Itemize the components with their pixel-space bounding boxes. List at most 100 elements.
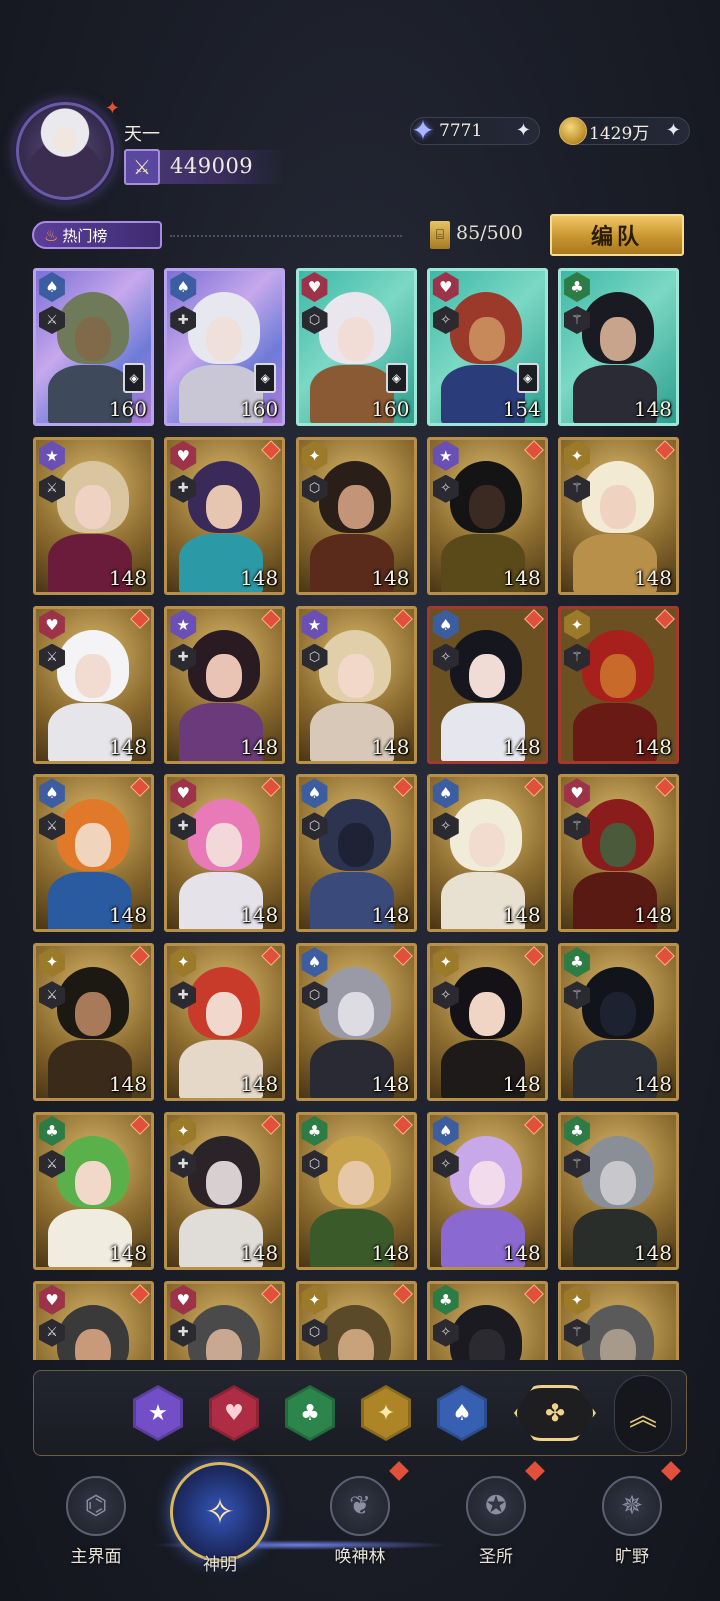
hero-card[interactable]: ♣ ✧ — [426, 1280, 548, 1360]
hero-card[interactable]: ✦ ✚ 148 — [164, 943, 286, 1102]
hero-card[interactable]: ✦ ⚔ 148 — [33, 943, 154, 1102]
hero-level: 148 — [502, 565, 541, 590]
hero-face — [468, 316, 505, 361]
nav-item[interactable]: ❦ 唤神林 — [300, 1461, 420, 1592]
gold-value: 1429万 — [589, 123, 650, 144]
hero-card[interactable]: ♠ ⬡ 148 — [295, 943, 417, 1102]
hero-face — [600, 316, 637, 361]
hero-card[interactable]: ♠ ⚔ ◈ 160 — [33, 268, 154, 426]
filter-all-icon[interactable]: ✤ — [514, 1385, 596, 1441]
hero-level: 148 — [108, 903, 147, 928]
hero-level: 148 — [240, 1072, 279, 1097]
hero-level: 148 — [502, 734, 541, 759]
hero-card[interactable]: ✦ ✚ 148 — [164, 1112, 286, 1270]
filter-sun-icon[interactable]: ✦ — [361, 1385, 411, 1441]
hero-card[interactable]: ♥ ✚ — [164, 1280, 286, 1360]
hero-level: 148 — [502, 1241, 541, 1265]
hero-level: 148 — [240, 734, 279, 759]
add-gem-icon[interactable]: ✦ — [516, 120, 531, 141]
hero-face — [75, 822, 112, 867]
hero-card[interactable]: ★ ✧ 148 — [426, 436, 548, 595]
hero-card[interactable]: ♣ ⚔ 148 — [33, 1112, 154, 1270]
card-capacity: 85/500 — [456, 222, 523, 244]
hero-level: 160 — [240, 397, 279, 421]
hero-level: 148 — [633, 1072, 672, 1097]
hero-level: 148 — [240, 903, 279, 928]
hero-card[interactable]: ♥ ✧ ◈ 154 — [426, 268, 548, 426]
gem-icon: ✦ — [411, 113, 435, 147]
hero-card[interactable]: ♠ ⬡ 148 — [295, 774, 417, 933]
hero-card[interactable]: ♠ ✧ 148 — [426, 605, 548, 764]
gem-counter[interactable]: ✦ 7771 ✦ — [410, 113, 540, 147]
hero-card[interactable]: ♣ ⚚ 148 — [558, 268, 679, 426]
hero-card[interactable]: ♠ ✧ 148 — [426, 774, 548, 933]
hero-face — [337, 485, 374, 530]
filter-spade-icon[interactable]: ♠ — [437, 1385, 487, 1441]
hero-card[interactable]: ♥ ⚚ 148 — [558, 774, 679, 933]
hero-face — [600, 822, 637, 867]
hero-level: 148 — [240, 1241, 279, 1265]
nav-label: 圣所 — [479, 1547, 513, 1567]
hero-card[interactable]: ♥ ✚ 148 — [164, 774, 286, 933]
hero-face — [337, 316, 374, 361]
collapse-chevron-icon[interactable]: ︽ — [614, 1375, 672, 1453]
gold-counter[interactable]: 1429万 ✦ — [559, 117, 690, 145]
hero-level: 148 — [371, 734, 410, 759]
hero-card[interactable]: ✦ ⚚ 148 — [558, 605, 679, 764]
hero-card[interactable]: ♣ ⚚ 148 — [558, 943, 679, 1102]
tree-icon: ❦ — [330, 1476, 390, 1536]
hero-face — [600, 1329, 637, 1360]
hero-face — [206, 654, 243, 699]
hero-face — [337, 654, 374, 699]
hero-card[interactable]: ♠ ⚔ 148 — [33, 774, 154, 933]
hero-face — [468, 1160, 505, 1205]
hero-level: 148 — [371, 1241, 410, 1265]
hero-face — [75, 654, 112, 699]
add-gold-icon[interactable]: ✦ — [666, 120, 681, 141]
hero-level: 148 — [502, 903, 541, 928]
hero-face — [600, 485, 637, 530]
nav-item[interactable]: ⌬ 主界面 — [36, 1462, 156, 1592]
hero-card[interactable]: ★ ✚ 148 — [164, 605, 286, 764]
hero-card[interactable]: ♠ ✚ ◈ 160 — [164, 268, 286, 426]
hero-card[interactable]: ✦ ⚚ — [558, 1280, 679, 1360]
hero-card[interactable]: ♥ ⬡ ◈ 160 — [295, 268, 417, 426]
hero-face — [600, 654, 637, 699]
nav-label: 唤神林 — [334, 1547, 386, 1567]
hero-card[interactable]: ♠ ✧ 148 — [426, 1112, 548, 1270]
hero-face — [206, 991, 243, 1036]
hero-card[interactable]: ★ ⚔ 148 — [33, 436, 154, 595]
hero-card[interactable]: ✦ ⚚ 148 — [558, 436, 679, 595]
filter-heart-icon[interactable]: ♥ — [209, 1385, 259, 1441]
flame-icon: ♨ — [44, 225, 59, 245]
hero-level: 148 — [633, 565, 672, 590]
hero-level: 148 — [108, 1241, 147, 1265]
hero-face — [468, 822, 505, 867]
hero-card[interactable]: ♥ ✚ 148 — [164, 436, 286, 595]
hero-card[interactable]: ✦ ✧ 148 — [426, 943, 548, 1102]
hero-face — [600, 991, 637, 1036]
rank-badge-icon: ◈ — [385, 363, 408, 393]
nav-item[interactable]: ✧ 神明 — [160, 1462, 280, 1592]
hero-level: 148 — [371, 565, 410, 590]
hero-face — [206, 1160, 243, 1205]
hero-card[interactable]: ♥ ⚔ 148 — [33, 605, 154, 764]
hero-card[interactable]: ♥ ⚔ — [33, 1280, 154, 1360]
team-button[interactable]: 编队 — [550, 214, 684, 256]
hero-face — [206, 485, 243, 530]
nav-item[interactable]: ✪ 圣所 — [436, 1461, 556, 1592]
hero-card[interactable]: ♣ ⚚ 148 — [558, 1112, 679, 1270]
filter-star-icon[interactable]: ★ — [133, 1385, 183, 1441]
player-avatar[interactable]: ✦ — [16, 98, 120, 200]
hero-level: 148 — [371, 903, 410, 928]
nav-label: 主界面 — [70, 1547, 122, 1567]
hero-card[interactable]: ♣ ⬡ 148 — [295, 1112, 417, 1270]
hero-card[interactable]: ✦ ⬡ — [295, 1280, 417, 1360]
hero-face — [75, 485, 112, 530]
hot-ranking-tab[interactable]: ♨ 热门榜 — [32, 221, 162, 249]
hero-card[interactable]: ★ ⬡ 148 — [295, 605, 417, 764]
hero-level: 148 — [633, 903, 672, 928]
filter-club-icon[interactable]: ♣ — [285, 1385, 335, 1441]
hero-card[interactable]: ✦ ⬡ 148 — [295, 436, 417, 595]
nav-item[interactable]: ✵ 旷野 — [572, 1461, 692, 1592]
